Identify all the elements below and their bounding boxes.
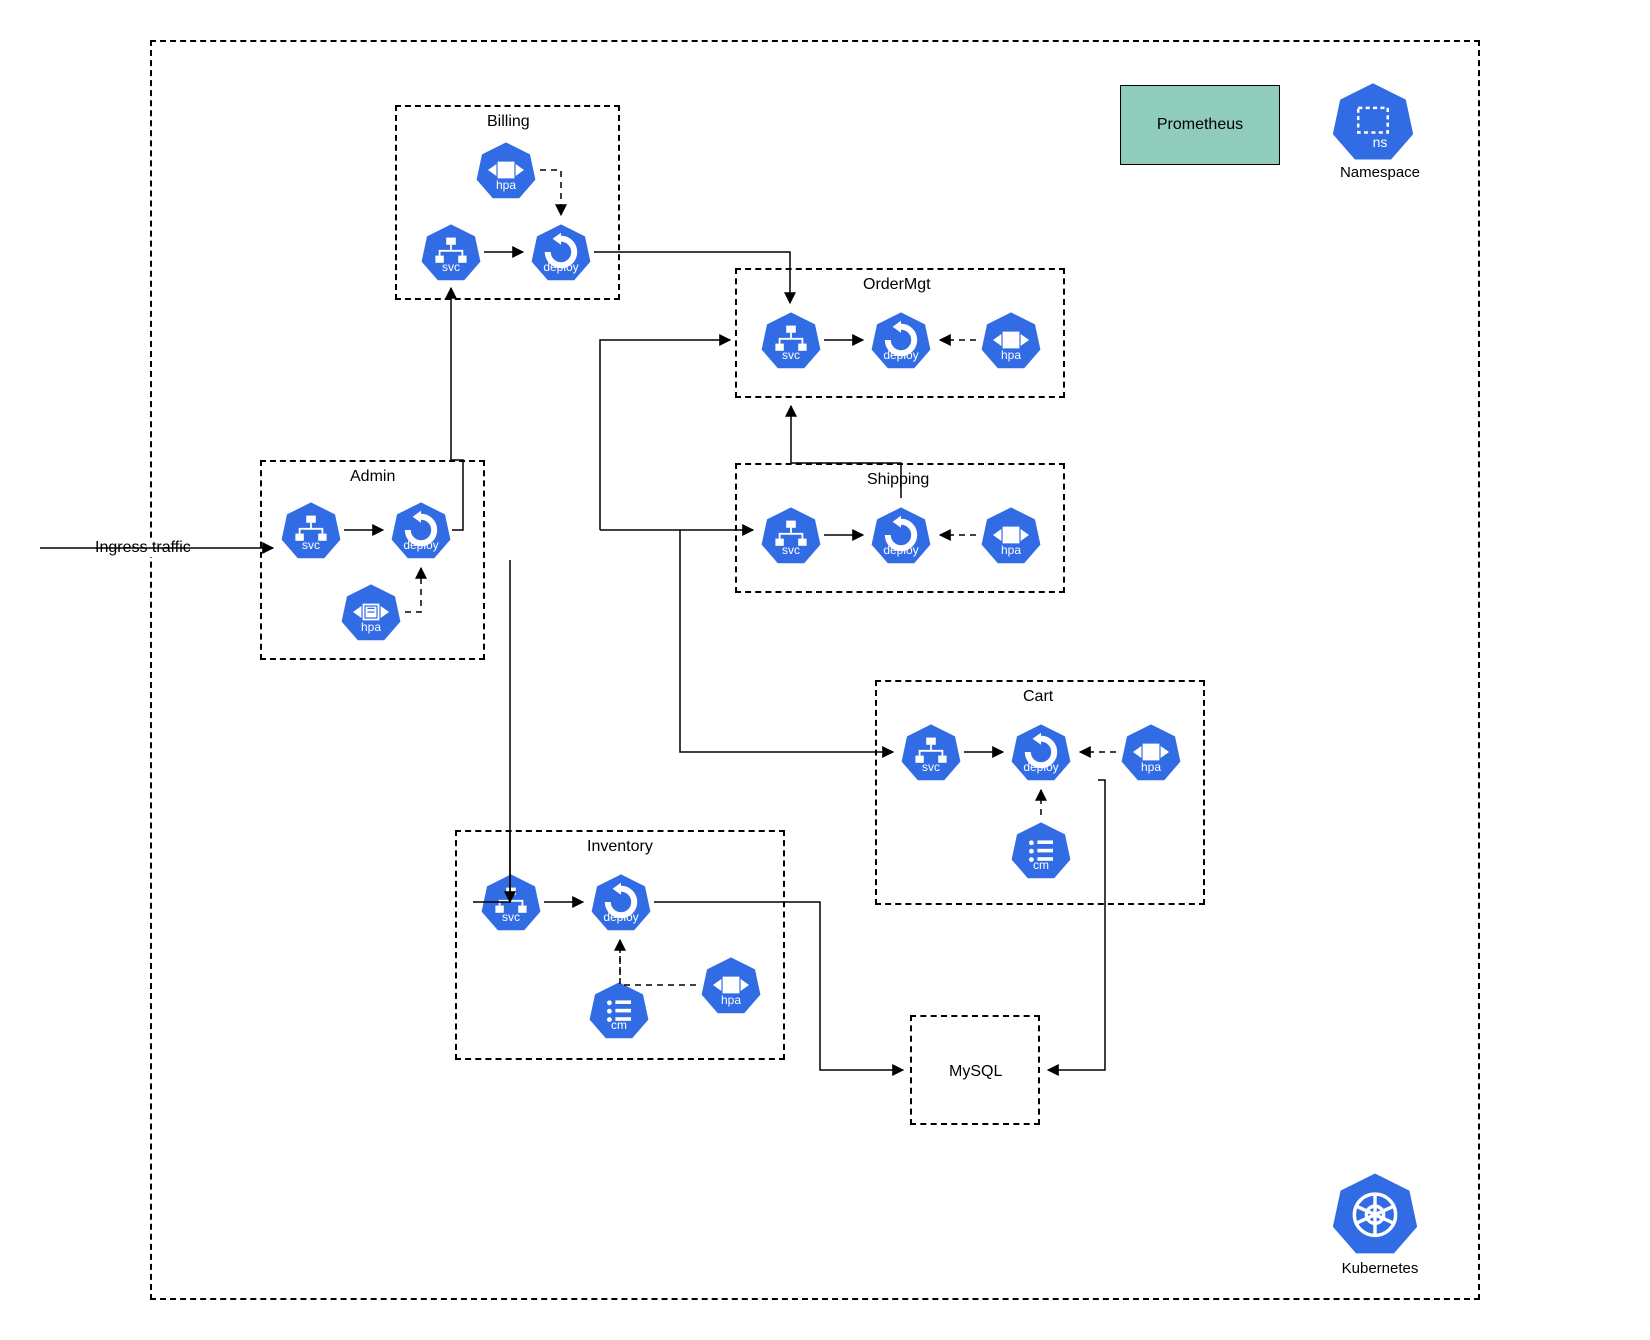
cart-hpa: hpa [1120, 722, 1182, 796]
prometheus-box: Prometheus [1120, 85, 1280, 165]
ordermgt-deploy: deploy [870, 310, 932, 384]
shipping-svc: svc [760, 505, 822, 579]
inventory-hpa: hpa [700, 955, 762, 1029]
billing-deploy: deploy [530, 222, 592, 296]
cart-title: Cart [1023, 688, 1053, 706]
ordermgt-hpa: hpa [980, 310, 1042, 384]
namespace-box [150, 40, 1480, 1300]
ordermgt-svc: svc [760, 310, 822, 384]
admin-svc: svc [280, 500, 342, 574]
admin-hpa: hpa [340, 582, 402, 656]
billing-hpa: hpa [475, 140, 537, 214]
kubernetes-legend: Kubernetes [1330, 1170, 1430, 1277]
shipping-deploy: deploy [870, 505, 932, 579]
prometheus-label: Prometheus [1157, 116, 1243, 134]
mysql-title: MySQL [949, 1063, 1002, 1081]
ordermgt-title: OrderMgt [863, 276, 931, 294]
inventory-svc: svc [480, 872, 542, 946]
inventory-title: Inventory [587, 838, 653, 856]
ingress-traffic-label: Ingress traffic [92, 539, 194, 557]
cart-deploy: deploy [1010, 722, 1072, 796]
shipping-title: Shipping [867, 471, 929, 489]
inventory-deploy: deploy [590, 872, 652, 946]
billing-title: Billing [487, 113, 530, 131]
inventory-cm: cm [588, 980, 650, 1054]
cart-cm: cm [1010, 820, 1072, 894]
billing-svc: svc [420, 222, 482, 296]
admin-deploy: deploy [390, 500, 452, 574]
cart-svc: svc [900, 722, 962, 796]
namespace-legend: ns Namespace [1330, 80, 1430, 181]
shipping-hpa: hpa [980, 505, 1042, 579]
admin-title: Admin [350, 468, 395, 486]
